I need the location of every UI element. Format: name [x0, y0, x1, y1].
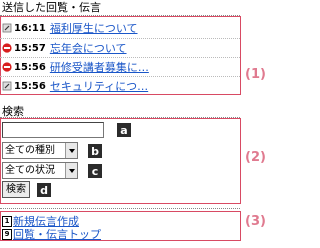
accesskey-badge: 9 [2, 228, 12, 240]
status-select-value: 全ての状況 [5, 165, 55, 176]
annotation-label-3: (3) [245, 214, 266, 229]
item-time: 16:11 [14, 22, 46, 34]
clip-icon [2, 23, 12, 33]
type-select[interactable]: 全ての種別 [2, 142, 78, 159]
search-button[interactable]: 検索 [2, 181, 30, 198]
chevron-down-icon [65, 143, 77, 158]
no-entry-icon [2, 43, 12, 53]
accesskey-badge: 1 [2, 215, 12, 227]
annotation-label-2: (2) [245, 150, 266, 165]
key-c: c [88, 164, 102, 178]
list-item[interactable]: 15:57 忘年会について [2, 39, 127, 57]
key-a: a [117, 123, 131, 137]
status-select[interactable]: 全ての状況 [2, 162, 78, 179]
message-top-link[interactable]: 回覧・伝言トップ [13, 226, 101, 242]
sent-section-title: 送信した回覧・伝言 [2, 1, 101, 14]
chevron-down-icon [65, 163, 77, 178]
no-entry-icon [2, 62, 12, 72]
item-subject-link[interactable]: 忘年会について [50, 40, 127, 56]
search-input[interactable] [2, 122, 104, 138]
item-time: 15:56 [14, 80, 46, 92]
list-item[interactable]: 15:56 セキュリティにつ… [2, 77, 148, 95]
list-item[interactable]: 16:11 福利厚生について [2, 19, 138, 37]
key-d: d [37, 183, 51, 197]
annotation-label-1: (1) [245, 67, 266, 82]
list-item[interactable]: 15:56 研修受講者募集に… [2, 58, 149, 76]
item-subject-link[interactable]: セキュリティにつ… [50, 78, 148, 94]
item-time: 15:57 [14, 42, 46, 54]
type-select-value: 全ての種別 [5, 145, 55, 156]
menu-item-top[interactable]: 9 回覧・伝言トップ [2, 226, 101, 242]
item-time: 15:56 [14, 61, 46, 73]
item-subject-link[interactable]: 福利厚生について [50, 20, 138, 36]
key-b: b [88, 144, 102, 158]
menu-rule [0, 208, 240, 209]
item-subject-link[interactable]: 研修受講者募集に… [50, 59, 149, 75]
clip-icon [2, 81, 12, 91]
